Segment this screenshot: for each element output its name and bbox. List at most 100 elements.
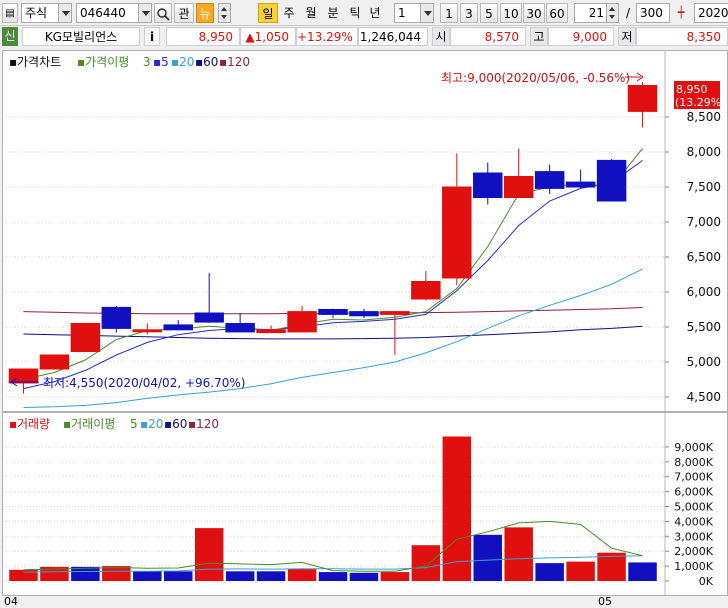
volume-axis-tick-label: 3,000K <box>674 530 713 543</box>
volume-bar <box>380 572 410 581</box>
period-1-button[interactable]: 1 <box>440 3 458 23</box>
news-button[interactable]: 뉴 <box>196 3 214 23</box>
volume-bar <box>411 545 441 581</box>
volume-bar <box>318 572 348 581</box>
low-price: 8,350 <box>636 27 728 46</box>
candle-body <box>503 176 534 198</box>
volume-axis-tick-label: 6,000K <box>674 486 713 499</box>
volume-axis-tick-label: 1,000K <box>674 560 713 573</box>
volume-bar <box>9 569 38 581</box>
price-axis-tick-label: 8,500 <box>687 110 721 124</box>
price-chart[interactable]: 8,500 8,000 7,500 7,000 6,500 6,000 5,500 5,000… <box>3 51 727 411</box>
candle-body <box>349 311 379 317</box>
volume-legend-title: 거래량 <box>17 417 50 431</box>
count-stepper[interactable] <box>606 3 619 23</box>
period-3-button[interactable]: 3 <box>460 3 478 23</box>
volume-chart[interactable]: 9,000K 8,000K 7,000K 6,000K 5,000K4,000K 3,00… <box>3 413 727 595</box>
period-monthly-button[interactable]: 월 <box>302 3 320 23</box>
volume-bar <box>349 572 379 581</box>
price-change: ▲1,050 <box>240 27 296 46</box>
candle-body <box>442 186 472 279</box>
stock-code-dropdown-icon[interactable] <box>138 3 152 23</box>
current-price: 8,950 <box>166 27 240 46</box>
x-axis-label-may: 05 <box>598 595 612 608</box>
price-axis-tick-label: 7,500 <box>687 180 721 194</box>
volume-legend-marker: ▪ <box>9 417 17 431</box>
price-legend-title: 가격차트 <box>17 55 61 69</box>
volume-bar <box>535 563 564 581</box>
volume-legend-ma60: ▪60 <box>164 417 187 431</box>
chart-menu-icon[interactable]: ▤ <box>2 3 18 23</box>
candle-body <box>132 329 163 333</box>
volume-bar <box>442 436 472 581</box>
period-daily-button[interactable]: 일 <box>258 3 278 23</box>
search-icon[interactable] <box>154 3 172 23</box>
watchlist-button[interactable]: 관 <box>174 3 194 23</box>
period-minute-button[interactable]: 분 <box>324 3 342 23</box>
low-label: 저 <box>618 27 636 46</box>
stock-info-icon[interactable]: i <box>144 27 160 46</box>
count-pin-icon[interactable]: ┿ <box>674 3 688 23</box>
volume-bar <box>256 571 286 581</box>
price-legend-ma5: ▪5 <box>153 55 169 69</box>
candle-body <box>473 172 503 198</box>
candle-body <box>596 159 627 202</box>
price-axis-tick-label: 6,000 <box>687 285 721 299</box>
volume-axis-tick-label: 2,000K <box>674 545 713 558</box>
candle-body <box>380 311 410 315</box>
stock-stepper[interactable] <box>218 3 231 23</box>
count-total-input[interactable]: 300 <box>636 3 670 23</box>
candle-body <box>287 311 317 333</box>
last-price-tag-pct: (13.29%) <box>675 96 726 109</box>
price-legend-ma120: ▪120 <box>219 55 250 69</box>
volume-axis-tick-label: 8,000K <box>674 456 713 469</box>
high-price: 9,000 <box>548 27 614 46</box>
candle-body <box>163 324 193 331</box>
candle-body <box>70 323 101 352</box>
period-tick-button[interactable]: 틱 <box>346 3 364 23</box>
period-10-button[interactable]: 10 <box>500 3 522 23</box>
candle-body <box>101 306 132 329</box>
volume-legend-ma120: ▪120 <box>188 417 219 431</box>
price-axis-tick-label: 6,500 <box>687 250 721 264</box>
price-axis-tick-label: 7,000 <box>687 215 721 229</box>
volume-bar <box>102 566 131 581</box>
count-separator: / <box>625 6 631 20</box>
candle-body <box>627 85 658 112</box>
new-listing-badge: 신 <box>2 27 18 46</box>
period-5-button[interactable]: 5 <box>480 3 498 23</box>
period-weekly-button[interactable]: 주 <box>280 3 298 23</box>
price-chart-panel[interactable]: 8,500 8,000 7,500 7,000 6,500 6,000 5,500 5,000… <box>2 50 728 412</box>
period-60-button[interactable]: 60 <box>546 3 568 23</box>
period-unit-dropdown-icon[interactable] <box>420 3 434 23</box>
volume-bar <box>473 534 502 581</box>
x-axis-label-april: 04 <box>4 595 18 608</box>
candle-body <box>534 171 565 189</box>
price-legend-ma60: ▪60 <box>195 55 218 69</box>
volume-bar <box>287 569 317 581</box>
volume-axis-tick-label: 7,000K <box>674 471 713 484</box>
candle-body <box>256 329 286 334</box>
price-legend-marker: ▪ <box>9 55 17 69</box>
date-input[interactable]: 2020 <box>694 3 728 23</box>
stock-name[interactable]: KG모빌리언스 <box>22 27 140 46</box>
open-label: 시 <box>432 27 450 46</box>
volume-legend-ma20: ▪20 <box>140 417 163 431</box>
volume-axis-tick-label: 9,000K <box>674 441 713 454</box>
volume-bar <box>566 561 595 581</box>
volume-bar <box>194 528 224 581</box>
period-30-button[interactable]: 30 <box>523 3 545 23</box>
price-legend-ma-text: 가격이평 <box>85 55 129 69</box>
market-select[interactable]: 주식 <box>21 3 61 23</box>
period-yearly-button[interactable]: 년 <box>366 3 384 23</box>
volume-legend-ma5: 5 <box>130 417 138 431</box>
price-change-pct: +13.29% <box>296 27 358 46</box>
count-input[interactable]: 21 <box>574 3 608 23</box>
volume-chart-panel[interactable]: 9,000K 8,000K 7,000K 6,000K 5,000K 4,000K 3,00… <box>2 412 728 596</box>
volume-bar <box>628 562 657 581</box>
volume-bar <box>164 571 193 581</box>
market-dropdown-icon[interactable] <box>58 3 72 23</box>
volume-bar <box>225 571 255 581</box>
price-legend-ma3: 3 <box>143 55 151 69</box>
last-price-tag-value: 8,950 <box>676 83 708 96</box>
